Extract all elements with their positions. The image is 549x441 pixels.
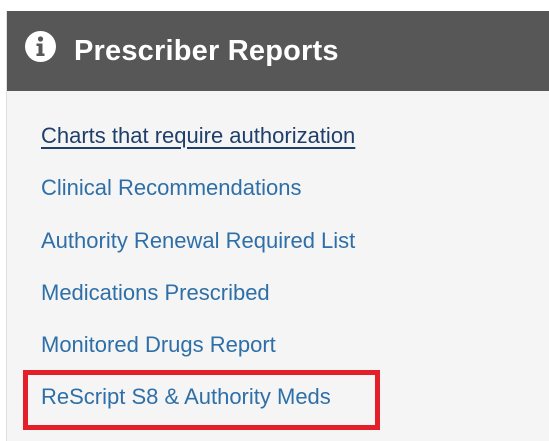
report-link-charts-authorization[interactable]: Charts that require authorization: [41, 121, 355, 151]
report-link-clinical-recommendations[interactable]: Clinical Recommendations: [41, 173, 301, 203]
info-circle-icon: [24, 30, 57, 63]
report-link-rescript-s8[interactable]: ReScript S8 & Authority Meds: [41, 382, 331, 412]
report-link-medications-prescribed[interactable]: Medications Prescribed: [41, 278, 270, 308]
report-link-authority-renewal[interactable]: Authority Renewal Required List: [41, 226, 355, 256]
report-link-monitored-drugs[interactable]: Monitored Drugs Report: [41, 330, 276, 360]
prescriber-reports-panel: Prescriber Reports Charts that require a…: [6, 11, 549, 441]
panel-title: Prescriber Reports: [74, 34, 339, 67]
panel-header: Prescriber Reports: [7, 11, 549, 91]
